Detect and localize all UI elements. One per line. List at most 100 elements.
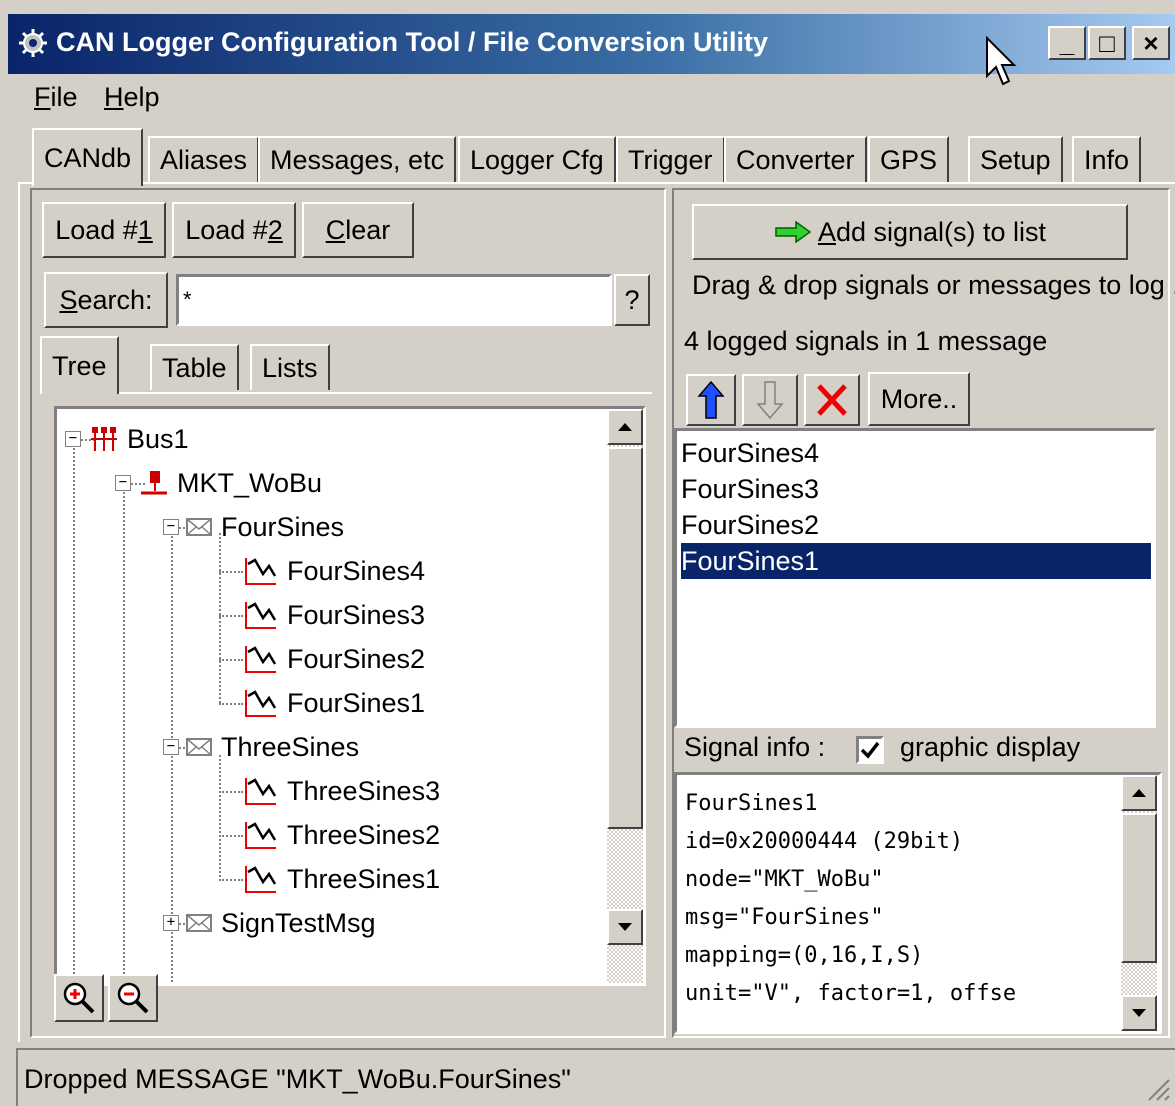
gear-icon <box>19 29 47 57</box>
window-title: CAN Logger Configuration Tool / File Con… <box>56 27 768 57</box>
tree-label: FourSines1 <box>287 687 426 718</box>
search-input[interactable] <box>176 274 612 326</box>
zoom-in-button[interactable] <box>54 974 104 1022</box>
tree-item-signal[interactable]: FourSines2 <box>243 639 425 679</box>
maximize-button[interactable]: □ <box>1088 26 1126 60</box>
tree-label: ThreeSines <box>221 731 360 762</box>
list-item[interactable]: FourSines4 <box>681 435 1151 471</box>
message-icon <box>186 738 212 756</box>
menu-file[interactable]: File <box>34 82 78 113</box>
signal-icon <box>245 602 277 629</box>
remove-button[interactable] <box>804 374 860 426</box>
title-bar[interactable]: CAN Logger Configuration Tool / File Con… <box>8 14 1175 86</box>
tree-item-bus[interactable]: − Bus1 <box>65 419 189 459</box>
scroll-thumb[interactable] <box>1121 813 1157 963</box>
tree-item-signal[interactable]: ThreeSines2 <box>243 815 440 855</box>
search-help-button[interactable]: ? <box>614 274 650 326</box>
info-scrollbar[interactable] <box>1121 775 1157 1031</box>
list-item[interactable]: FourSines2 <box>681 507 1151 543</box>
main-tabs: CANdb Aliases Messages, etc Logger Cfg T… <box>8 124 1175 186</box>
zoom-out-button[interactable] <box>108 974 158 1022</box>
tab-converter[interactable]: Converter <box>724 136 867 182</box>
tab-aliases[interactable]: Aliases <box>148 136 260 182</box>
tab-info[interactable]: Info <box>1072 136 1142 182</box>
signal-icon <box>245 822 277 849</box>
info-line: node="MKT_WoBu" <box>685 867 884 892</box>
collapse-icon[interactable]: − <box>163 739 179 755</box>
collapse-icon[interactable]: − <box>115 475 131 491</box>
arrow-down-icon <box>756 381 784 420</box>
signal-icon <box>245 690 277 717</box>
tree-item-message[interactable]: − ThreeSines <box>163 727 359 767</box>
tab-logger-cfg[interactable]: Logger Cfg <box>458 136 616 182</box>
minimize-button[interactable]: _ <box>1048 26 1086 60</box>
scroll-up-icon[interactable] <box>1121 775 1157 811</box>
scroll-down-icon[interactable] <box>1121 995 1157 1031</box>
load-1-button[interactable]: Load #1 <box>42 202 166 258</box>
tree-label: ThreeSines3 <box>287 775 441 806</box>
signal-tree[interactable]: − Bus1 − MKT_WoBu − FourSines FourSines4… <box>54 406 646 986</box>
more-button[interactable]: More.. <box>868 372 970 426</box>
subtab-lists[interactable]: Lists <box>250 344 330 390</box>
status-text: Dropped MESSAGE "MKT_WoBu.FourSines" <box>24 1064 571 1094</box>
move-down-button[interactable] <box>742 374 798 426</box>
checkmark-icon <box>860 741 880 759</box>
scroll-down-icon[interactable] <box>607 909 643 945</box>
expand-icon[interactable]: + <box>163 915 179 931</box>
signal-icon <box>245 558 277 585</box>
collapse-icon[interactable]: − <box>65 431 81 447</box>
logged-signals-list[interactable]: FourSines4 FourSines3 FourSines2 FourSin… <box>674 428 1156 728</box>
tree-scrollbar[interactable] <box>607 409 643 983</box>
subtab-tree[interactable]: Tree <box>40 336 119 394</box>
menu-help[interactable]: Help <box>104 82 160 113</box>
tree-label: FourSines3 <box>287 599 426 630</box>
clear-button[interactable]: Clear <box>302 202 414 258</box>
tree-item-signal[interactable]: FourSines4 <box>243 551 425 591</box>
scroll-up-icon[interactable] <box>607 409 643 445</box>
graphic-display-checkbox[interactable] <box>856 736 884 764</box>
arrow-right-icon <box>775 221 812 243</box>
signal-icon <box>245 646 277 673</box>
signal-info-text[interactable]: FourSines1 id=0x20000444 (29bit) node="M… <box>674 772 1162 1034</box>
drag-drop-hint: Drag & drop signals or messages to log . <box>692 270 1175 300</box>
tab-setup[interactable]: Setup <box>968 136 1063 182</box>
tree-item-signal[interactable]: FourSines3 <box>243 595 425 635</box>
tree-label: ThreeSines1 <box>287 863 441 894</box>
message-icon <box>186 914 212 932</box>
collapse-icon[interactable]: − <box>163 519 179 535</box>
tab-messages[interactable]: Messages, etc <box>258 136 457 182</box>
tab-gps[interactable]: GPS <box>868 136 950 182</box>
signal-icon <box>245 778 277 805</box>
logged-count: 4 logged signals in 1 message <box>684 326 1048 356</box>
tree-item-message[interactable]: + SignTestMsg <box>163 903 376 943</box>
add-signals-button[interactable]: Add signal(s) to list <box>692 204 1128 260</box>
tree-label: MKT_WoBu <box>177 467 323 498</box>
tree-label: FourSines4 <box>287 555 426 586</box>
zoom-in-icon <box>63 982 95 1014</box>
tab-trigger[interactable]: Trigger <box>616 136 725 182</box>
info-line: FourSines1 <box>685 791 818 816</box>
tree-item-node[interactable]: − MKT_WoBu <box>115 463 322 503</box>
move-up-button[interactable] <box>686 374 736 426</box>
status-bar: Dropped MESSAGE "MKT_WoBu.FourSines" <box>16 1048 1175 1106</box>
tree-item-message[interactable]: − FourSines <box>163 507 344 547</box>
scroll-thumb[interactable] <box>607 447 643 829</box>
list-item-selected[interactable]: FourSines1 <box>680 542 1152 580</box>
tree-label: FourSines <box>221 511 345 542</box>
load-2-button[interactable]: Load #2 <box>172 202 296 258</box>
tab-candb[interactable]: CANdb <box>32 128 144 186</box>
tree-item-signal[interactable]: ThreeSines1 <box>243 859 440 899</box>
tree-item-signal[interactable]: FourSines1 <box>243 683 425 723</box>
list-item[interactable]: FourSines3 <box>681 471 1151 507</box>
tree-item-signal[interactable]: ThreeSines3 <box>243 771 440 811</box>
bus-icon <box>91 427 117 451</box>
subtab-separator <box>40 392 652 394</box>
zoom-out-icon <box>117 982 149 1014</box>
search-button[interactable]: Search: <box>44 272 168 328</box>
close-button[interactable]: × <box>1132 26 1170 60</box>
resize-grip-icon[interactable] <box>1143 1074 1171 1102</box>
node-icon <box>141 471 167 495</box>
graphic-display-label: graphic display <box>900 732 1081 762</box>
subtab-table[interactable]: Table <box>150 344 239 390</box>
tree-label: SignTestMsg <box>221 907 376 938</box>
